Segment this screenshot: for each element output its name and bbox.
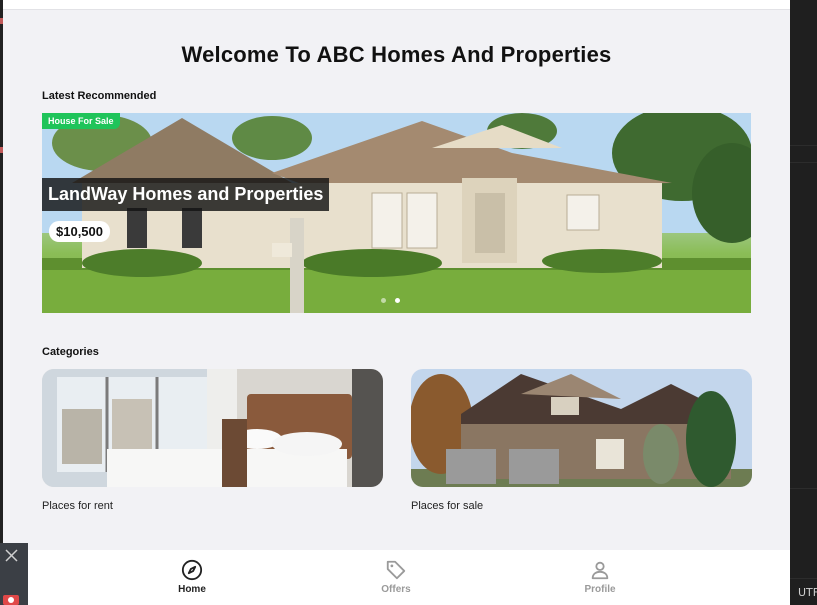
nav-offers[interactable]: Offers bbox=[336, 550, 456, 605]
overlay-toolbar bbox=[0, 543, 28, 605]
carousel-dots bbox=[381, 298, 400, 303]
tag-icon bbox=[386, 560, 406, 580]
slide-title: LandWay Homes and Properties bbox=[42, 178, 330, 211]
category-label-rent: Places for rent bbox=[42, 500, 113, 512]
category-card-sale[interactable] bbox=[411, 369, 752, 487]
stone-house-photo bbox=[411, 369, 752, 487]
carousel-dot-active[interactable] bbox=[395, 298, 400, 303]
bottom-navigation: Home Offers Profile bbox=[3, 550, 790, 605]
nav-home[interactable]: Home bbox=[132, 550, 252, 605]
nav-profile-label: Profile bbox=[584, 584, 616, 595]
price-tag: $10,500 bbox=[49, 221, 110, 242]
panel-divider bbox=[790, 145, 817, 146]
camera-icon[interactable] bbox=[2, 591, 20, 605]
encoding-indicator[interactable]: UTF bbox=[798, 586, 817, 599]
status-bar bbox=[3, 0, 790, 10]
category-card-rent[interactable] bbox=[42, 369, 383, 487]
nav-profile[interactable]: Profile bbox=[540, 550, 660, 605]
house-photo bbox=[42, 113, 751, 313]
carousel-dot[interactable] bbox=[381, 298, 386, 303]
latest-recommended-heading: Latest Recommended bbox=[42, 90, 157, 102]
panel-divider bbox=[790, 162, 817, 163]
nav-home-label: Home bbox=[178, 584, 206, 595]
user-icon bbox=[591, 561, 609, 580]
page-title: Welcome To ABC Homes And Properties bbox=[181, 42, 612, 67]
close-icon[interactable] bbox=[3, 547, 21, 565]
panel-divider bbox=[790, 578, 817, 579]
editor-side-panel bbox=[790, 0, 817, 605]
categories-heading: Categories bbox=[42, 346, 99, 358]
app-screen: Welcome To ABC Homes And Properties Late… bbox=[3, 0, 790, 605]
nav-offers-label: Offers bbox=[381, 584, 411, 595]
bedroom-photo bbox=[42, 369, 383, 487]
panel-divider bbox=[790, 488, 817, 489]
recommended-carousel[interactable]: House For Sale LandWay Homes and Propert… bbox=[42, 113, 751, 313]
house-for-sale-badge: House For Sale bbox=[42, 113, 120, 129]
category-label-sale: Places for sale bbox=[411, 500, 484, 512]
compass-icon bbox=[181, 559, 203, 581]
